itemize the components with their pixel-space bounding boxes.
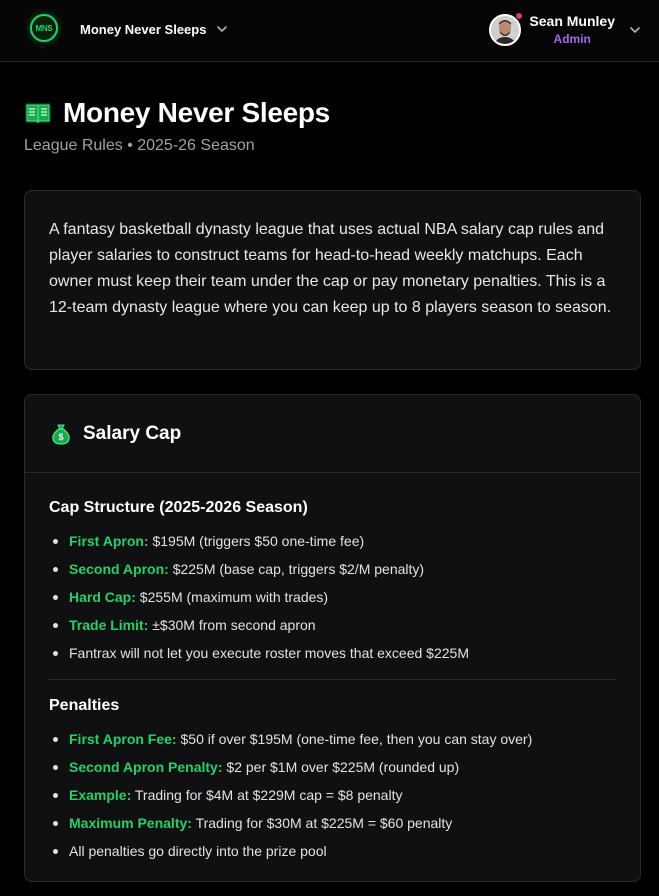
user-name: Sean Munley: [529, 13, 615, 29]
rule-label: Hard Cap:: [69, 589, 136, 605]
rule-text: Trading for $30M at $225M = $60 penalty: [191, 815, 453, 831]
money-bag-icon: $: [52, 424, 70, 445]
rule-text: ±$30M from second apron: [148, 617, 316, 633]
rule-label: Second Apron:: [69, 561, 169, 577]
penalties-list: First Apron Fee: $50 if over $195M (one-…: [49, 725, 616, 865]
salary-cap-header: $ Salary Cap: [25, 395, 640, 473]
user-menu[interactable]: Sean Munley Admin: [489, 12, 641, 48]
cap-structure-list: First Apron: $195M (triggers $50 one-tim…: [49, 527, 616, 667]
league-switcher[interactable]: Money Never Sleeps: [80, 19, 228, 39]
logo-text: MNS: [35, 23, 53, 33]
chevron-down-icon: [217, 26, 228, 32]
top-bar: MNS Money Never Sleeps Sean Munley Admin: [0, 0, 659, 62]
rule-label: Trade Limit:: [69, 617, 149, 633]
user-portrait-icon: [491, 16, 520, 44]
rule-text: $50 if over $195M (one-time fee, then yo…: [176, 731, 533, 747]
list-item: Fantrax will not let you execute roster …: [49, 639, 616, 667]
notification-dot-icon: [515, 12, 524, 20]
avatar[interactable]: [489, 12, 524, 46]
rule-text: Trading for $4M at $229M cap = $8 penalt…: [131, 787, 403, 803]
rule-text: $255M (maximum with trades): [135, 589, 329, 605]
rule-label: Second Apron Penalty:: [69, 759, 223, 775]
list-item: Hard Cap: $255M (maximum with trades): [49, 583, 616, 611]
league-name: Money Never Sleeps: [80, 21, 207, 37]
list-item: Second Apron Penalty: $2 per $1M over $2…: [49, 753, 616, 781]
rule-text: $195M (triggers $50 one-time fee): [148, 533, 365, 549]
rule-text: $225M (base cap, triggers $2/M penalty): [168, 561, 425, 577]
basketball-logo-icon[interactable]: MNS: [30, 14, 58, 42]
page-subtitle: League Rules • 2025-26 Season: [24, 137, 255, 154]
league-description-card: A fantasy basketball dynasty league that…: [24, 190, 641, 370]
rule-label: Maximum Penalty:: [69, 815, 192, 831]
penalties-heading: Penalties: [49, 697, 120, 714]
page-header: Money Never Sleeps: [24, 96, 330, 130]
salary-cap-card: $ Salary Cap Cap Structure (2025-2026 Se…: [24, 394, 641, 882]
rule-text: Fantrax will not let you execute roster …: [69, 645, 469, 661]
salary-cap-body: Cap Structure (2025-2026 Season) First A…: [25, 473, 640, 865]
rule-label: First Apron Fee:: [69, 731, 177, 747]
book-icon: [25, 103, 51, 124]
rule-text: $2 per $1M over $225M (rounded up): [222, 759, 460, 775]
rule-label: First Apron:: [69, 533, 149, 549]
list-item: Example: Trading for $4M at $229M cap = …: [49, 781, 616, 809]
user-info: Sean Munley Admin: [529, 13, 615, 47]
divider: [49, 679, 616, 680]
cap-structure-heading: Cap Structure (2025-2026 Season): [49, 499, 308, 516]
section-title: Salary Cap: [83, 422, 182, 444]
list-item: Trade Limit: ±$30M from second apron: [49, 611, 616, 639]
svg-text:$: $: [58, 432, 63, 442]
rule-text: All penalties go directly into the prize…: [69, 843, 327, 859]
list-item: All penalties go directly into the prize…: [49, 837, 616, 865]
list-item: Maximum Penalty: Trading for $30M at $22…: [49, 809, 616, 837]
list-item: First Apron Fee: $50 if over $195M (one-…: [49, 725, 616, 753]
list-item: First Apron: $195M (triggers $50 one-tim…: [49, 527, 616, 555]
page-title: Money Never Sleeps: [63, 97, 330, 128]
user-role-badge: Admin: [553, 32, 591, 46]
list-item: Second Apron: $225M (base cap, triggers …: [49, 555, 616, 583]
rule-label: Example:: [69, 787, 132, 803]
chevron-down-icon: [630, 27, 640, 33]
league-description: A fantasy basketball dynasty league that…: [49, 221, 612, 316]
